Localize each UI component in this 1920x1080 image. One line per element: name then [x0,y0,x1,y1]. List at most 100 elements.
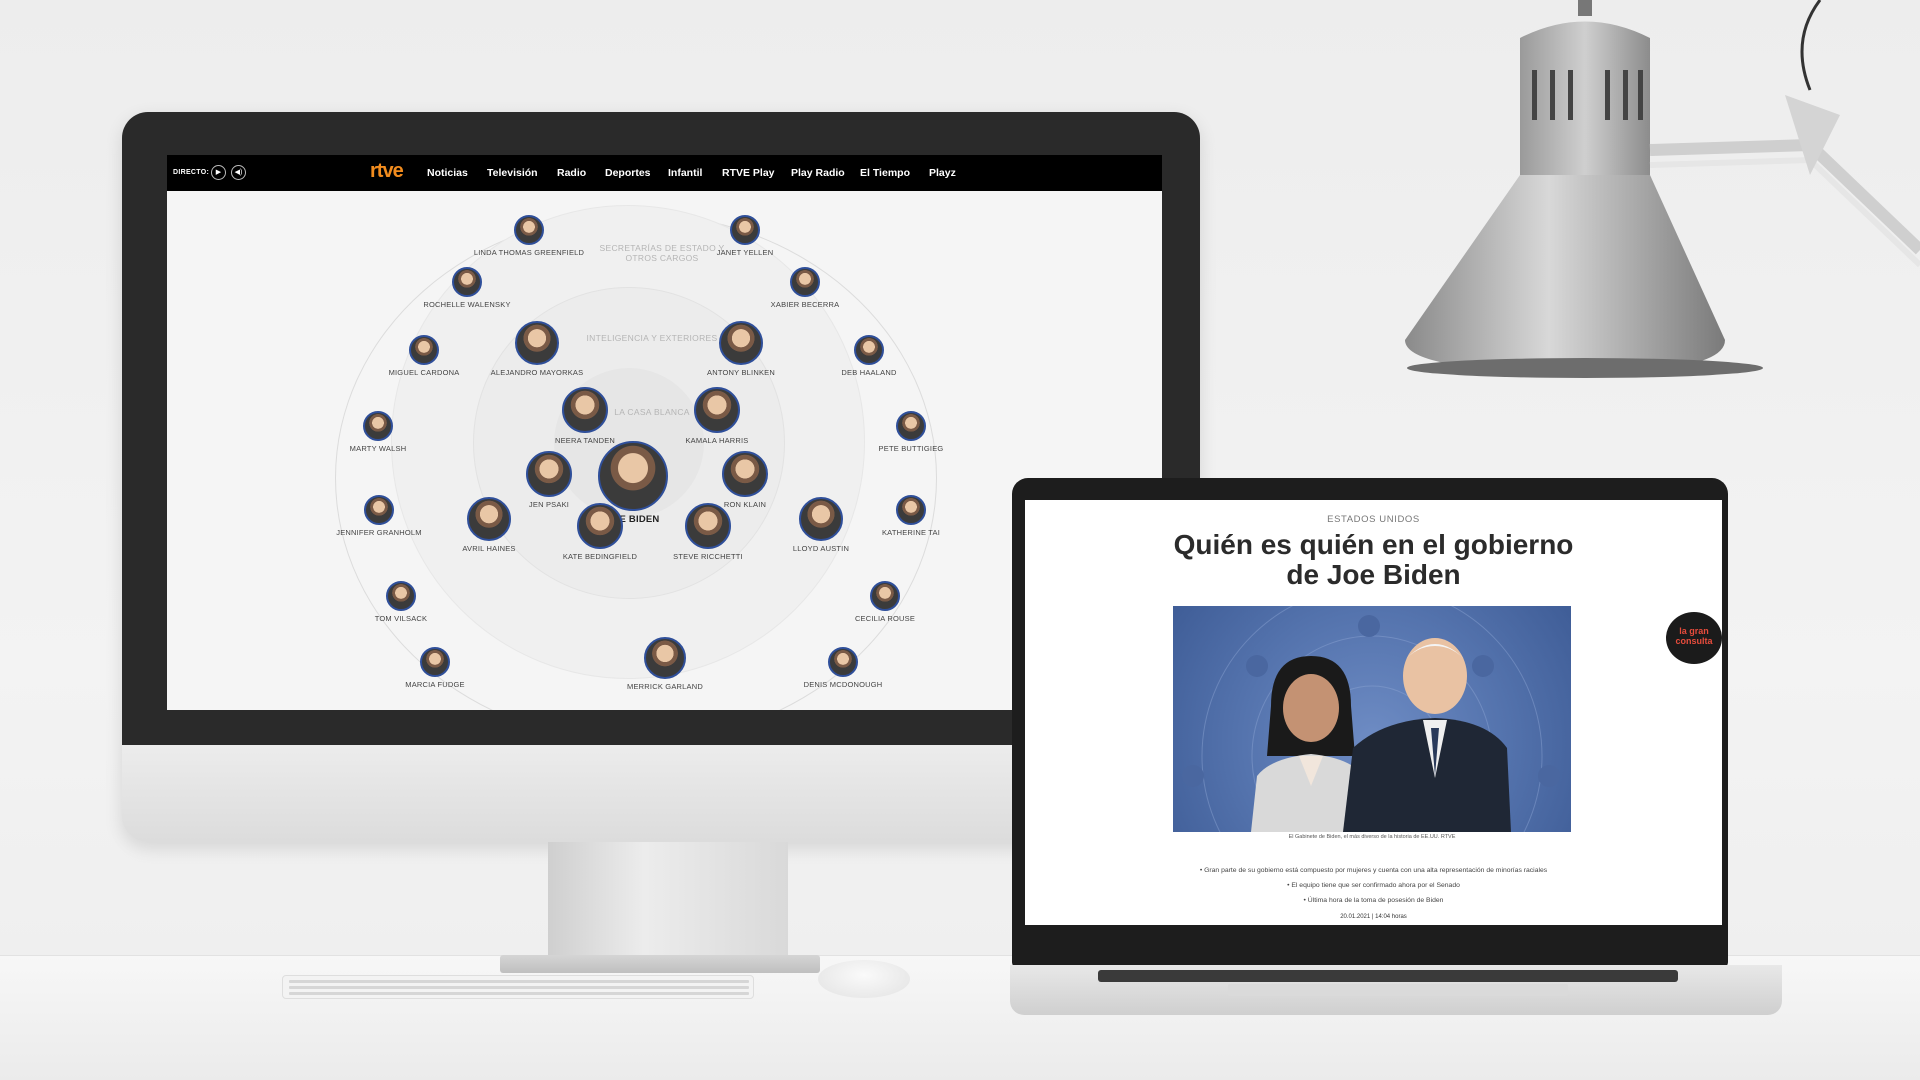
la-gran-consulta-badge[interactable]: la gran consulta [1666,612,1722,664]
keyboard-keys [289,980,749,995]
nav-noticias[interactable]: Noticias [427,167,468,179]
person-card[interactable]: LLOYD AUSTIN [761,497,881,553]
person-name: XABIER BECERRA [770,300,840,309]
avatar [526,451,572,497]
nav-deportes[interactable]: Deportes [605,167,651,179]
avatar [730,215,760,245]
person-card[interactable]: CECILIA ROUSE [825,581,945,623]
person-card[interactable]: ALEJANDRO MAYORKAS [477,321,597,377]
article-bullets: • Gran parte de su gobierno está compues… [1025,863,1722,908]
avatar [467,497,511,541]
person-card[interactable]: KAMALA HARRIS [657,387,777,445]
nav-infantil[interactable]: Infantil [668,167,702,179]
person-card[interactable]: MARTY WALSH [318,411,438,453]
person-card[interactable]: ROCHELLE WALENSKY [407,267,527,309]
bullet-item[interactable]: • Gran parte de su gobierno está compues… [1025,863,1722,878]
mouse [818,960,910,998]
person-name: TOM VILSACK [374,614,428,623]
person-card[interactable]: PETE BUTTIGIEG [851,411,971,453]
avatar [363,411,393,441]
nav-el-tiempo[interactable]: El Tiempo [860,167,910,179]
joe-biden-photo [1343,638,1511,832]
avatar [409,335,439,365]
person-name: NEERA TANDEN [554,436,616,445]
nav-play-radio[interactable]: Play Radio [791,167,845,179]
person-card[interactable]: MIGUEL CARDONA [364,335,484,377]
article-kicker[interactable]: ESTADOS UNIDOS [1025,514,1722,525]
image-caption: El Gabinete de Biden, el más diverso de … [1288,834,1456,840]
person-name: MARCIA FUDGE [405,680,465,689]
person-card[interactable]: MARCIA FUDGE [375,647,495,689]
nav-playz[interactable]: Playz [929,167,956,179]
person-name: ALEJANDRO MAYORKAS [490,368,584,377]
avatar [562,387,608,433]
person-card[interactable]: DEB HAALAND [809,335,929,377]
person-name: LLOYD AUSTIN [792,544,850,553]
person-name: MERRICK GARLAND [627,682,703,691]
person-card[interactable]: JENNIFER GRANHOLM [319,495,439,537]
person-name: ROCHELLE WALENSKY [423,300,511,309]
person-name: MARTY WALSH [349,444,407,453]
person-card[interactable]: MERRICK GARLAND [605,637,725,691]
article-title-line1: Quién es quién en el gobierno [1173,529,1574,560]
badge-line1: la gran [1679,626,1709,636]
person-name: PETE BUTTIGIEG [878,444,944,453]
person-name: KAMALA HARRIS [685,436,749,445]
rtve-logo[interactable]: rtve [370,160,404,183]
person-name: LINDA THOMAS GREENFIELD [473,248,585,257]
avatar [577,503,623,549]
imac-stand-foot [500,955,820,973]
avatar [386,581,416,611]
laptop-trackpad [1228,984,1568,996]
rtve-navbar: DIRECTO: ▶ ◀) rtve Noticias Televisión R… [167,155,1162,191]
badge-line2: consulta [1675,636,1713,646]
article-title-line2: de Joe Biden [1286,559,1461,590]
nav-television[interactable]: Televisión [487,167,538,179]
avatar [364,495,394,525]
laptop-keyboard [1098,970,1678,982]
bullet-item[interactable]: • El equipo tiene que ser confirmado aho… [1025,878,1722,893]
nav-rtve-play[interactable]: RTVE Play [722,167,775,179]
person-card[interactable]: AVRIL HAINES [429,497,549,553]
avatar [515,321,559,365]
avatar [644,637,686,679]
person-name: ANTONY BLINKEN [707,368,775,377]
desk-lamp [1405,0,1920,378]
avatar [828,647,858,677]
bullet-item[interactable]: • Última hora de la toma de posesión de … [1025,893,1722,908]
person-card[interactable]: LINDA THOMAS GREENFIELD [469,215,589,257]
avatar [420,647,450,677]
avatar [685,503,731,549]
laptop-screen: ESTADOS UNIDOS Quién es quién en el gobi… [1025,500,1722,925]
imac-stand [548,842,788,960]
play-icon[interactable]: ▶ [211,165,226,180]
avatar [452,267,482,297]
avatar [854,335,884,365]
person-name: AVRIL HAINES [462,544,516,553]
avatar [896,495,926,525]
person-name: CECILIA ROUSE [854,614,916,623]
article-date: 20.01.2021 | 14:04 horas [1340,914,1407,920]
person-name: STEVE RICCHETTI [673,552,743,561]
avatar [722,451,768,497]
person-card[interactable]: STEVE RICCHETTI [648,503,768,561]
person-card[interactable]: NEERA TANDEN [525,387,645,445]
person-card[interactable]: ANTONY BLINKEN [681,321,801,377]
volume-icon[interactable]: ◀) [231,165,246,180]
person-card[interactable]: XABIER BECERRA [745,267,865,309]
person-name: DENIS MCDONOUGH [803,680,883,689]
avatar [799,497,843,541]
person-name: JANET YELLEN [716,248,774,257]
article-hero-image [1173,606,1571,832]
keyboard [282,975,754,999]
avatar [896,411,926,441]
avatar [790,267,820,297]
nav-radio[interactable]: Radio [557,167,586,179]
person-card[interactable]: DENIS MCDONOUGH [783,647,903,689]
person-name: DEB HAALAND [841,368,897,377]
person-name: JENNIFER GRANHOLM [336,528,422,537]
avatar [870,581,900,611]
person-card[interactable]: JANET YELLEN [685,215,805,257]
person-card[interactable]: KATE BEDINGFIELD [540,503,660,561]
person-card[interactable]: TOM VILSACK [341,581,461,623]
